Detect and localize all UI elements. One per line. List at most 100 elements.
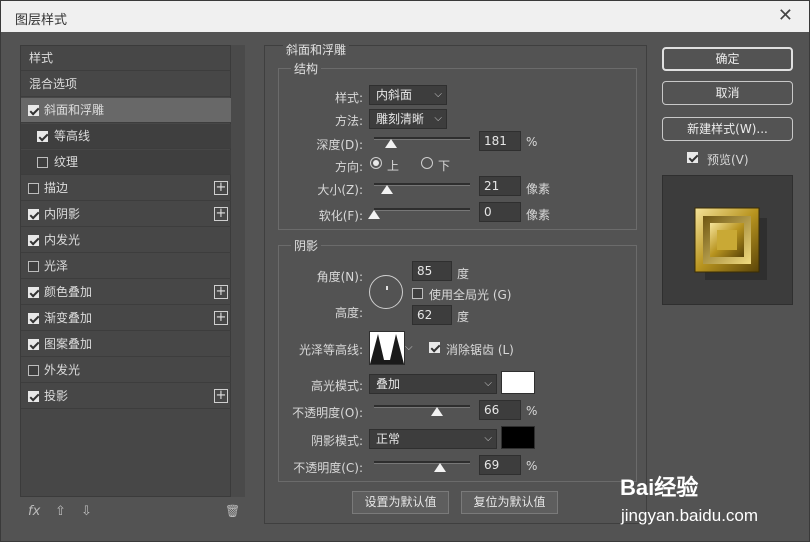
sidebar-item[interactable]: 纹理 [21, 150, 231, 175]
soften-slider[interactable] [374, 208, 470, 211]
highlight-opacity-thumb[interactable] [431, 407, 444, 416]
sidebar-item-label: 图案叠加 [44, 337, 93, 351]
size-slider-thumb[interactable] [381, 185, 394, 194]
direction-up-label: 上 [387, 159, 400, 173]
sidebar-item[interactable]: 光泽 [21, 254, 231, 279]
shadow-opacity-input[interactable]: 69 [479, 455, 521, 475]
sidebar-item[interactable]: 渐变叠加 + [21, 306, 231, 331]
sidebar-item-checkbox[interactable] [37, 157, 48, 168]
sidebar-item-label: 样式 [29, 51, 54, 65]
sidebar-item[interactable]: 混合选项 [21, 72, 231, 97]
add-effect-icon[interactable]: + [214, 389, 228, 403]
trash-icon[interactable]: 🗑 [225, 504, 240, 520]
depth-unit: % [526, 135, 538, 149]
soften-slider-thumb[interactable] [368, 210, 380, 219]
sidebar-item[interactable]: 外发光 [21, 358, 231, 383]
shadow-mode-select[interactable]: 正常 ⌵ [369, 429, 497, 449]
sidebar-item-checkbox[interactable] [28, 261, 39, 272]
move-down-icon[interactable]: ⇩ [81, 504, 92, 520]
direction-label: 方向: [334, 160, 363, 174]
soften-input[interactable]: 0 [479, 202, 521, 222]
global-light-checkbox[interactable] [412, 288, 423, 299]
technique-select[interactable]: 雕刻清晰 ⌵ [369, 109, 447, 129]
sidebar-item[interactable]: 等高线 [21, 124, 231, 149]
highlight-opacity-label: 不透明度(O): [292, 406, 363, 420]
new-style-button[interactable]: 新建样式(W)... [662, 117, 793, 141]
angle-dial[interactable] [369, 275, 403, 309]
sidebar-item[interactable]: 颜色叠加 + [21, 280, 231, 305]
add-effect-icon[interactable]: + [214, 285, 228, 299]
style-preview [662, 175, 793, 305]
sidebar-item-checkbox[interactable] [28, 391, 39, 402]
contour-curve-icon [370, 334, 404, 364]
move-up-icon[interactable]: ⇧ [55, 504, 66, 520]
ok-button[interactable]: 确定 [662, 47, 793, 71]
soften-label: 软化(F): [318, 209, 363, 223]
style-list-scrollbar[interactable] [230, 45, 245, 497]
baidu-watermark-logo: Bai经验 [620, 475, 699, 500]
gloss-contour-label: 光泽等高线: [298, 343, 363, 357]
highlight-opacity-slider[interactable] [374, 405, 470, 408]
highlight-mode-select[interactable]: 叠加 ⌵ [369, 374, 497, 394]
highlight-opacity-input[interactable]: 66 [479, 400, 521, 420]
sidebar-item-label: 光泽 [44, 259, 69, 273]
style-select[interactable]: 内斜面 ⌵ [369, 85, 447, 105]
sidebar-item-label: 颜色叠加 [44, 285, 93, 299]
set-default-button[interactable]: 设置为默认值 [352, 491, 449, 514]
preview-checkbox[interactable] [687, 152, 698, 163]
sidebar-item[interactable]: 内阴影 + [21, 202, 231, 227]
sidebar-item-checkbox[interactable] [28, 183, 39, 194]
depth-input[interactable]: 181 [479, 131, 521, 151]
size-input[interactable]: 21 [479, 176, 521, 196]
shadow-opacity-unit: % [526, 459, 538, 473]
depth-label: 深度(D): [316, 138, 363, 152]
shadow-opacity-label: 不透明度(C): [293, 461, 363, 475]
angle-input[interactable]: 85 [412, 261, 452, 281]
antialias-label: 消除锯齿 (L) [446, 343, 514, 357]
close-icon[interactable]: ✕ [778, 5, 793, 26]
sidebar-item-checkbox[interactable] [28, 313, 39, 324]
reset-default-button[interactable]: 复位为默认值 [461, 491, 558, 514]
direction-up-radio[interactable] [370, 157, 382, 169]
sidebar-item-checkbox[interactable] [28, 339, 39, 350]
gold-bevel-preview-icon [694, 207, 767, 280]
depth-slider-thumb[interactable] [385, 139, 398, 148]
sidebar-item-checkbox[interactable] [28, 287, 39, 298]
add-effect-icon[interactable]: + [214, 181, 228, 195]
shadow-color-swatch[interactable] [501, 426, 535, 449]
angle-unit: 度 [457, 267, 470, 281]
sidebar-item[interactable]: 投影 + [21, 384, 231, 409]
sidebar-item-checkbox[interactable] [37, 131, 48, 142]
sidebar-item-checkbox[interactable] [28, 235, 39, 246]
direction-down-radio[interactable] [421, 157, 433, 169]
add-effect-icon[interactable]: + [214, 311, 228, 325]
global-light-label: 使用全局光 (G) [429, 288, 512, 302]
window-title: 图层样式 [15, 13, 68, 28]
fx-icon[interactable]: fx [28, 504, 40, 520]
baidu-watermark-url: jingyan.baidu.com [621, 506, 759, 525]
size-label: 大小(Z): [317, 183, 363, 197]
sidebar-item-label: 外发光 [44, 363, 81, 377]
highlight-color-swatch[interactable] [501, 371, 535, 394]
sidebar-item-checkbox[interactable] [28, 365, 39, 376]
gloss-contour-thumbnail[interactable] [369, 331, 405, 365]
title-bar: 图层样式 ✕ [1, 1, 809, 32]
add-effect-icon[interactable]: + [214, 207, 228, 221]
cancel-button[interactable]: 取消 [662, 81, 793, 105]
altitude-input[interactable]: 62 [412, 305, 452, 325]
sidebar-item[interactable]: 描边 + [21, 176, 231, 201]
sidebar-item[interactable]: 样式 [21, 46, 231, 71]
sidebar-item[interactable]: 内发光 [21, 228, 231, 253]
sidebar-item[interactable]: 图案叠加 [21, 332, 231, 357]
sidebar-item-checkbox[interactable] [28, 105, 39, 116]
sidebar-item-label: 混合选项 [29, 77, 78, 91]
shadow-opacity-thumb[interactable] [434, 463, 447, 472]
highlight-mode-value: 叠加 [376, 377, 401, 391]
contour-dropdown-icon[interactable]: ⌵ [405, 342, 413, 353]
angle-label: 角度(N): [316, 270, 363, 284]
antialias-checkbox[interactable] [429, 342, 440, 353]
sidebar-item[interactable]: 斜面和浮雕 [21, 98, 231, 123]
shadow-opacity-slider[interactable] [374, 461, 470, 464]
chevron-down-icon: ⌵ [434, 89, 442, 100]
sidebar-item-checkbox[interactable] [28, 209, 39, 220]
